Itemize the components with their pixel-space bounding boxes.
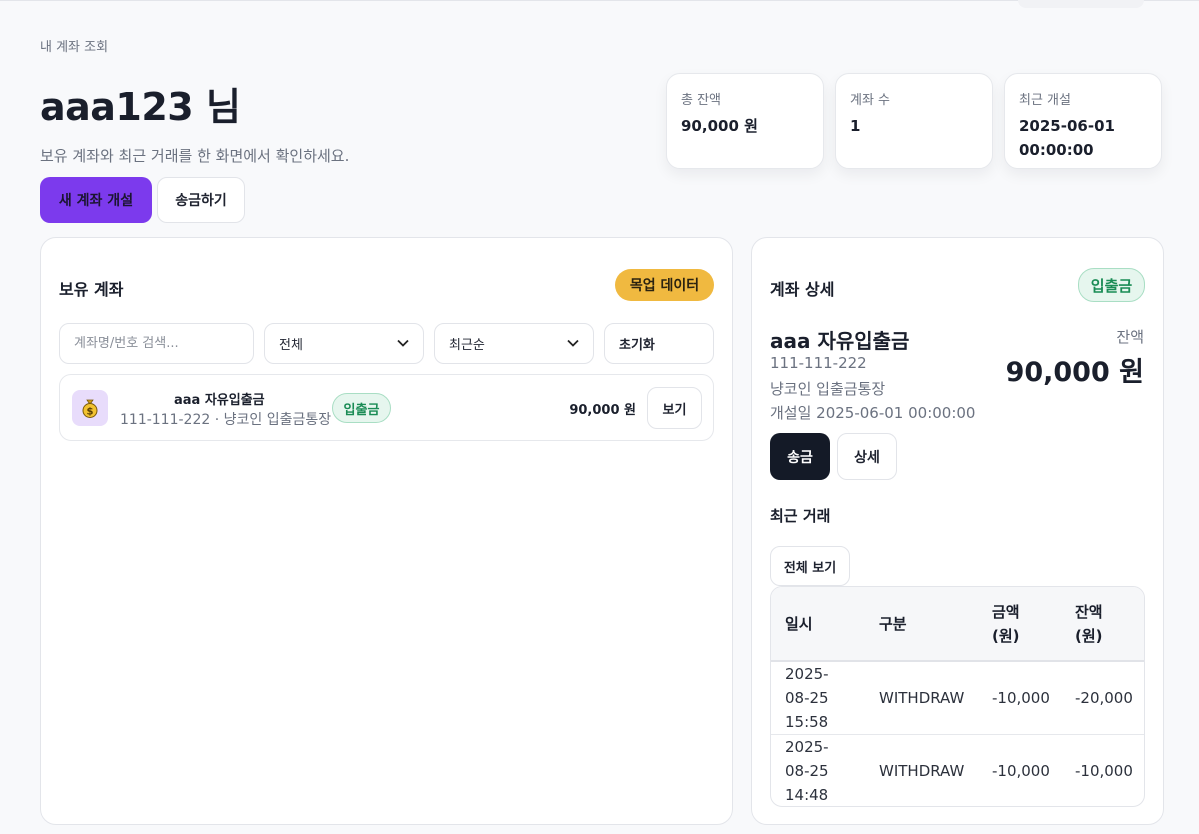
stat-value: 90,000 원	[681, 117, 758, 135]
column-header: 구분	[879, 614, 907, 633]
stat-card-last-opened: 최근 개설 2025-06-01 00:00:00	[1004, 73, 1162, 169]
money-bag-icon: $	[72, 390, 108, 426]
account-type-select[interactable]: 전체	[264, 323, 424, 364]
tx-balance: -10,000	[1075, 762, 1133, 781]
accounts-panel-title: 보유 계좌	[59, 280, 124, 299]
account-type-badge: 입출금	[332, 393, 391, 423]
stat-card-account-count: 계좌 수 1	[835, 73, 993, 169]
tx-balance: -20,000	[1075, 689, 1133, 707]
stat-card-total-balance: 총 잔액 90,000 원	[666, 73, 824, 169]
page-title: aaa123 님	[40, 85, 241, 129]
sort-value: 최근순	[449, 338, 485, 353]
tx-datetime: 2025-08-25 15:58	[785, 665, 829, 731]
stat-label: 총 잔액	[681, 93, 722, 108]
detail-account-name: aaa 자유입출금	[770, 329, 910, 353]
stat-value: 2025-06-01 00:00:00	[1019, 117, 1115, 159]
chevron-down-icon	[567, 337, 579, 350]
table-row: 2025-08-25 14:48 WITHDRAW -10,000 -10,00…	[771, 735, 1144, 807]
new-account-button[interactable]: 새 계좌 개설	[40, 177, 152, 223]
balance-value: 90,000 원	[1005, 357, 1144, 388]
table-header-row: 일시 구분 금액 (원) 잔액 (원)	[771, 587, 1144, 661]
balance-label: 잔액	[1116, 328, 1144, 346]
mock-data-badge: 목업 데이터	[615, 269, 714, 301]
search-field[interactable]	[59, 323, 254, 364]
tx-kind: WITHDRAW	[879, 689, 965, 707]
account-name: aaa 자유입출금	[174, 393, 265, 408]
detail-transfer-button[interactable]: 송금	[770, 433, 830, 480]
detail-account-product: 냥코인 입출금통장	[770, 380, 886, 398]
recent-transactions-title: 최근 거래	[770, 507, 831, 525]
sort-select[interactable]: 최근순	[434, 323, 594, 364]
account-detail-panel: 계좌 상세 입출금 aaa 자유입출금 111-111-222 냥코인 입출금통…	[751, 237, 1164, 825]
detail-type-badge: 입출금	[1078, 268, 1145, 302]
tx-amount: -10,000	[992, 762, 1050, 781]
transfer-button[interactable]: 송금하기	[157, 177, 245, 223]
stat-label: 계좌 수	[850, 93, 891, 108]
detail-account-number: 111-111-222	[770, 354, 867, 372]
accounts-panel: 보유 계좌 목업 데이터 전체 최근순 초기화 $ aaa 자유입출금 111-…	[40, 237, 733, 825]
column-header: 금액 (원)	[992, 602, 1020, 645]
search-input[interactable]	[74, 336, 239, 351]
top-bar-fragment	[1018, 0, 1144, 8]
account-type-value: 전체	[279, 338, 303, 353]
stat-value: 1	[850, 117, 861, 135]
tx-amount: -10,000	[992, 689, 1050, 707]
reset-button[interactable]: 초기화	[604, 323, 714, 364]
view-all-transactions-button[interactable]: 전체 보기	[770, 546, 850, 586]
detail-panel-title: 계좌 상세	[770, 280, 835, 299]
page-caption: 내 계좌 조회	[40, 40, 109, 55]
table-row: 2025-08-25 15:58 WITHDRAW -10,000 -20,00…	[771, 661, 1144, 735]
column-header: 일시	[785, 614, 813, 633]
account-number-product: 111-111-222 · 냥코인 입출금통장	[120, 412, 332, 428]
account-balance: 90,000 원	[569, 403, 636, 418]
view-account-button[interactable]: 보기	[647, 387, 702, 429]
tx-kind: WITHDRAW	[879, 762, 965, 781]
svg-text:$: $	[87, 407, 94, 418]
tx-datetime: 2025-08-25 14:48	[785, 738, 829, 805]
page-subtitle: 보유 계좌와 최근 거래를 한 화면에서 확인하세요.	[40, 147, 350, 165]
detail-more-button[interactable]: 상세	[837, 433, 897, 480]
chevron-down-icon	[397, 337, 409, 350]
stat-label: 최근 개설	[1019, 93, 1071, 108]
detail-opened-date: 개설일 2025-06-01 00:00:00	[770, 404, 976, 422]
column-header: 잔액 (원)	[1075, 602, 1103, 645]
transactions-table: 일시 구분 금액 (원) 잔액 (원) 2025-08-25 15:58 WIT…	[770, 586, 1145, 807]
account-list-item[interactable]: $ aaa 자유입출금 111-111-222 · 냥코인 입출금통장 입출금 …	[59, 374, 714, 441]
